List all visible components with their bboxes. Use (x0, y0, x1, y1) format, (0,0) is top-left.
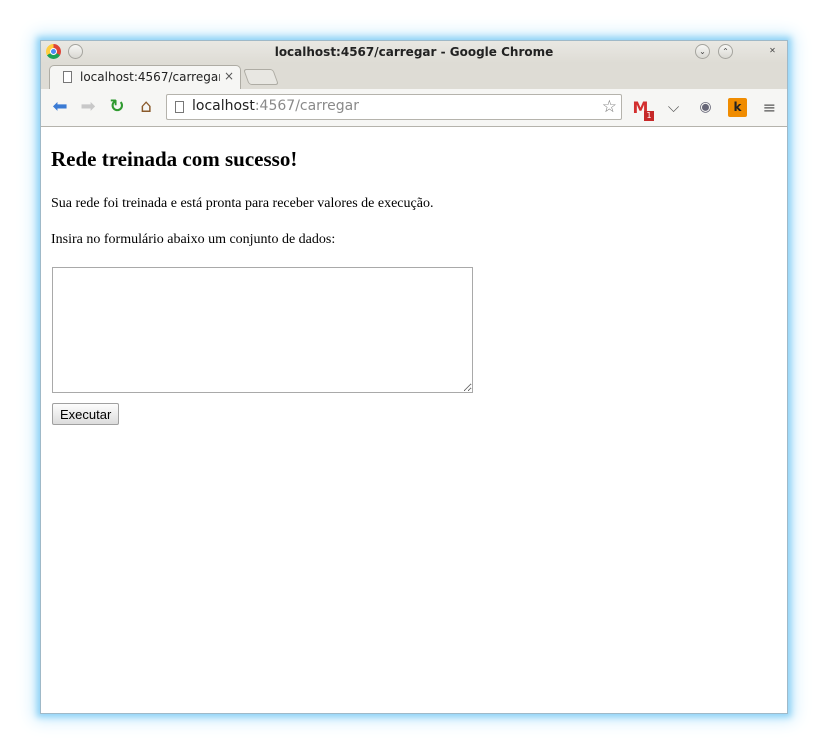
page-title: Rede treinada com sucesso! (51, 147, 298, 171)
reload-icon[interactable]: ↻ (105, 96, 129, 118)
toolbar: ⬅ ➡ ↻ ⌂ localhost:4567/carregar ☆ M 1 ⌵ … (41, 89, 787, 127)
tab-close-button[interactable]: × (224, 69, 234, 83)
title-bar: localhost:4567/carregar - Google Chrome … (41, 41, 787, 63)
instruction-text: Insira no formulário abaixo um conjunto … (51, 232, 336, 247)
data-textarea[interactable] (52, 267, 473, 393)
tab-carregar[interactable]: localhost:4567/carregar × (49, 65, 241, 89)
url-host: localhost (192, 98, 255, 114)
bookmark-star-icon[interactable]: ☆ (602, 97, 617, 117)
page-info-icon (175, 101, 184, 113)
close-window-button[interactable]: ✕ (766, 44, 779, 57)
address-bar[interactable]: localhost:4567/carregar ☆ (166, 94, 622, 120)
minimize-button[interactable]: ⌄ (695, 44, 710, 59)
tab-strip: localhost:4567/carregar × (41, 63, 787, 89)
chat-extension-icon[interactable]: ◉ (696, 98, 715, 117)
back-icon[interactable]: ⬅ (48, 96, 72, 118)
success-message: Sua rede foi treinada e está pronta para… (51, 196, 434, 211)
browser-window: localhost:4567/carregar - Google Chrome … (40, 40, 788, 714)
gmail-badge: 1 (644, 111, 654, 121)
k-extension-icon[interactable]: k (728, 98, 747, 117)
new-tab-button[interactable] (243, 69, 279, 85)
maximize-button[interactable]: ⌃ (718, 44, 733, 59)
url-path: :4567/carregar (254, 98, 359, 114)
pocket-icon[interactable]: ⌵ (664, 98, 683, 117)
execute-button[interactable]: Executar (52, 403, 120, 425)
home-icon[interactable]: ⌂ (134, 96, 158, 118)
tab-label: localhost:4567/carregar (80, 70, 220, 84)
menu-icon[interactable]: ≡ (760, 98, 779, 117)
url-text: localhost:4567/carregar (192, 98, 359, 114)
page-icon (63, 71, 72, 83)
forward-icon[interactable]: ➡ (76, 96, 100, 118)
page-content: Rede treinada com sucesso! Sua rede foi … (41, 127, 787, 713)
window-title: localhost:4567/carregar - Google Chrome (274, 45, 554, 59)
